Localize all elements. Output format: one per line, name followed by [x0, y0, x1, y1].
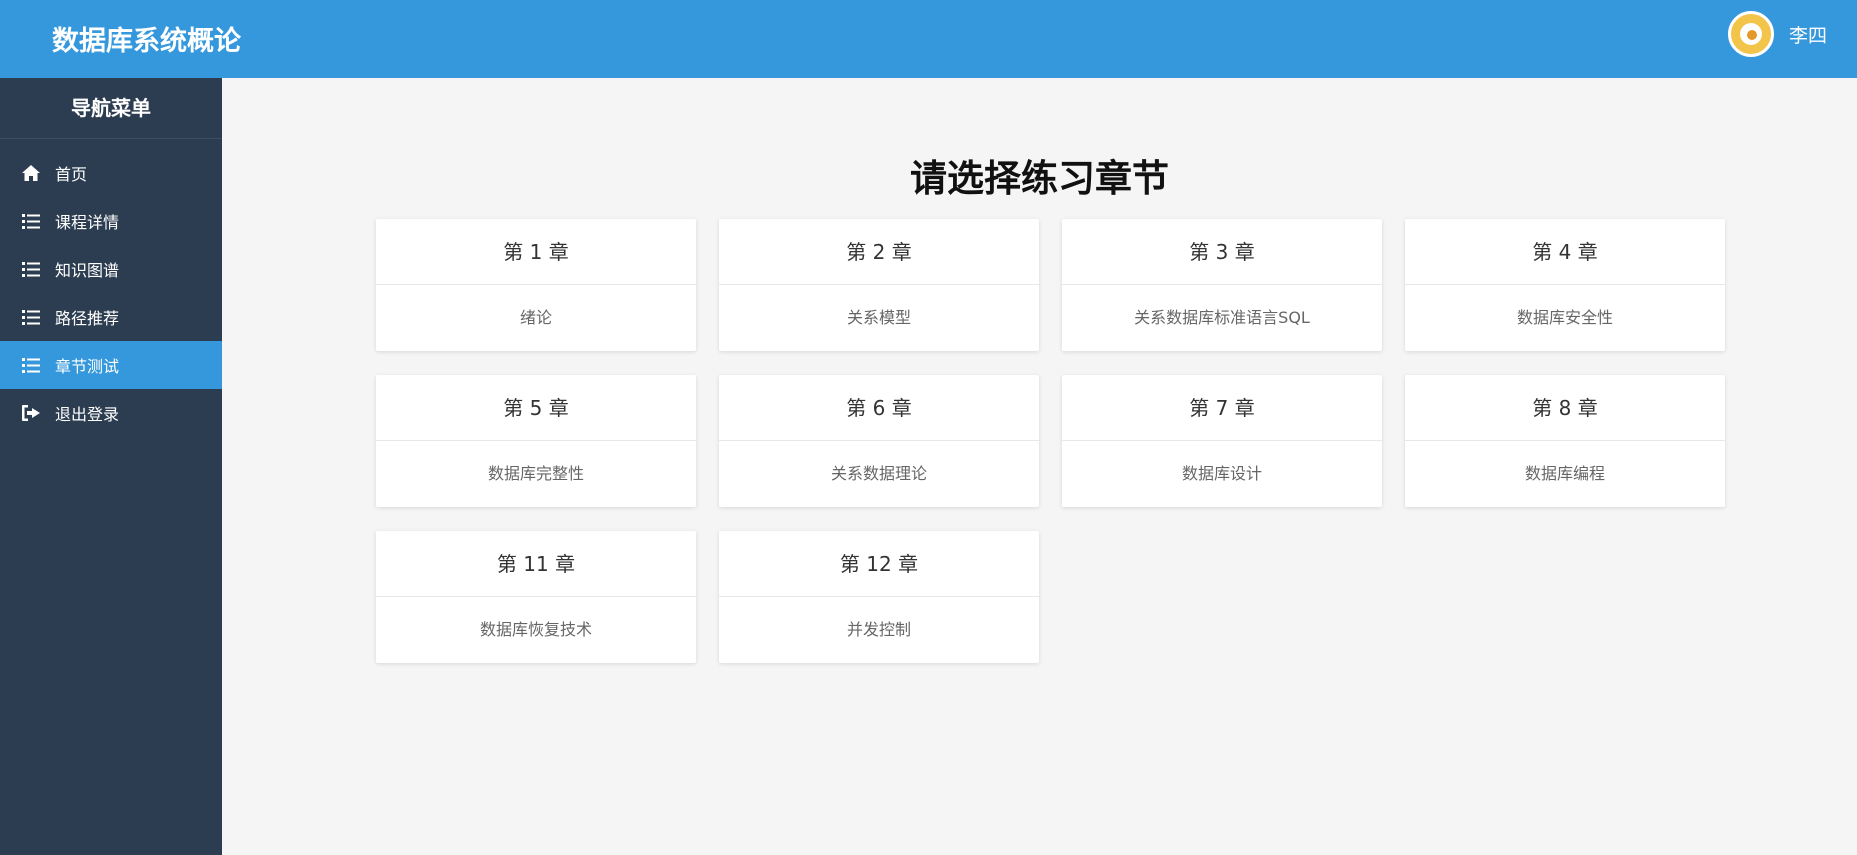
avatar[interactable]	[1727, 11, 1774, 57]
sidebar-item-logout[interactable]: 退出登录	[0, 389, 222, 437]
chapter-name: 关系数据理论	[830, 464, 927, 483]
chapter-name: 关系模型	[846, 308, 911, 327]
main-content: 请选择练习章节 第 1 章 绪论 第 2 章 关系模型 第 3 章 关系数据库标…	[222, 78, 1857, 855]
sidebar-item-course-details[interactable]: 课程详情	[0, 197, 222, 245]
chapter-card-1[interactable]: 第 1 章 绪论	[376, 219, 696, 351]
chapter-title: 第 6 章	[719, 375, 1039, 441]
chapter-name: 数据库恢复技术	[479, 620, 592, 639]
list-icon	[20, 354, 42, 376]
sidebar-item-label: 知识图谱	[55, 261, 120, 280]
chapter-title: 第 5 章	[376, 375, 696, 441]
chapter-card-4[interactable]: 第 4 章 数据库安全性	[1405, 219, 1725, 351]
sidebar-item-chapter-test[interactable]: 章节测试	[0, 341, 222, 389]
chapter-card-5[interactable]: 第 5 章 数据库完整性	[376, 375, 696, 507]
chapter-name: 数据库安全性	[1516, 308, 1613, 327]
list-icon	[20, 210, 42, 232]
chapter-title: 第 7 章	[1062, 375, 1382, 441]
chapter-name: 绪论	[519, 308, 552, 327]
chapter-name: 数据库编程	[1524, 464, 1605, 483]
chapter-title: 第 3 章	[1062, 219, 1382, 285]
chapter-card-2[interactable]: 第 2 章 关系模型	[719, 219, 1039, 351]
home-icon	[20, 162, 42, 184]
page-title: 请选择练习章节	[910, 157, 1169, 200]
chapter-name: 关系数据库标准语言SQL	[1134, 308, 1310, 327]
chapter-name: 数据库设计	[1181, 464, 1262, 483]
sidebar-item-knowledge-graph[interactable]: 知识图谱	[0, 245, 222, 293]
chapter-name: 并发控制	[846, 620, 911, 639]
top-header: 数据库系统概论 李四	[0, 0, 1857, 78]
sidebar-item-path-recommendation[interactable]: 路径推荐	[0, 293, 222, 341]
chapter-title: 第 4 章	[1405, 219, 1725, 285]
sidebar-item-label: 路径推荐	[55, 309, 120, 328]
nav-list: 首页 课程详情 知识图谱 路径推荐 章节测试 退出登录	[0, 149, 222, 437]
chapter-card-11[interactable]: 第 11 章 数据库恢复技术	[376, 531, 696, 663]
chapter-card-12[interactable]: 第 12 章 并发控制	[719, 531, 1039, 663]
chapter-title: 第 1 章	[376, 219, 696, 285]
sidebar-item-label: 首页	[55, 165, 88, 184]
nav-title: 导航菜单	[0, 78, 222, 139]
sidebar-item-label: 章节测试	[55, 357, 120, 376]
user-menu[interactable]: 李四	[1727, 11, 1827, 57]
sign-out-icon	[20, 402, 42, 424]
sidebar-item-label: 课程详情	[55, 213, 120, 232]
chapter-title: 第 11 章	[376, 531, 696, 597]
sidebar: 导航菜单 首页 课程详情 知识图谱 路径推荐 章节测试 退出登录	[0, 78, 222, 855]
user-name[interactable]: 李四	[1789, 21, 1827, 48]
chapter-card-6[interactable]: 第 6 章 关系数据理论	[719, 375, 1039, 507]
chapter-card-3[interactable]: 第 3 章 关系数据库标准语言SQL	[1062, 219, 1382, 351]
chapter-name: 数据库完整性	[487, 464, 584, 483]
chapter-card-7[interactable]: 第 7 章 数据库设计	[1062, 375, 1382, 507]
list-icon	[20, 306, 42, 328]
app-title: 数据库系统概论	[52, 26, 241, 57]
chapter-title: 第 2 章	[719, 219, 1039, 285]
chapter-title: 第 8 章	[1405, 375, 1725, 441]
list-icon	[20, 258, 42, 280]
chapter-card-8[interactable]: 第 8 章 数据库编程	[1405, 375, 1725, 507]
sidebar-item-label: 退出登录	[55, 405, 120, 424]
chapter-title: 第 12 章	[719, 531, 1039, 597]
sidebar-item-home[interactable]: 首页	[0, 149, 222, 197]
